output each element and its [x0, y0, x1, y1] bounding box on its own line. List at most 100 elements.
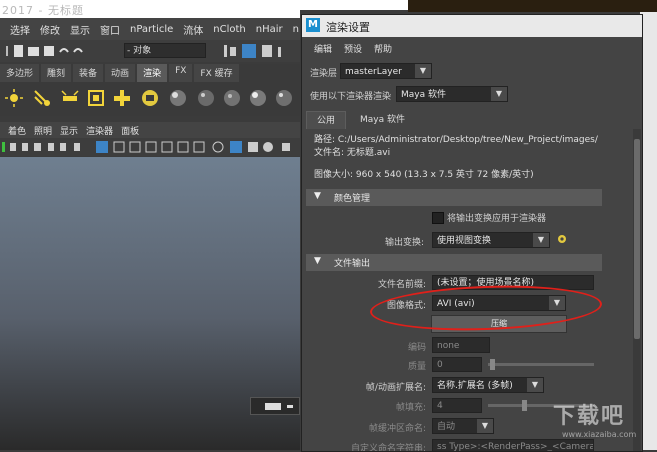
area-light-icon[interactable] — [86, 88, 106, 108]
spot-light-icon[interactable] — [60, 88, 80, 108]
renderer-label: 使用以下渲染器渲染 — [310, 92, 392, 102]
shelf-tab-rigging[interactable]: 装备 — [73, 64, 104, 82]
output-transform-value: 使用视图变换 — [437, 236, 492, 246]
background-strip — [408, 0, 657, 12]
encoding-select[interactable]: none — [432, 337, 490, 353]
sphere-material-3-icon[interactable] — [222, 88, 242, 108]
sphere-material-2-icon[interactable] — [196, 88, 216, 108]
render-layer-value: masterLayer — [345, 67, 402, 77]
shelf-tab-animation[interactable]: 动画 — [105, 64, 136, 82]
menu-modify[interactable]: 修改 — [40, 22, 60, 37]
shelf-tab-rendering[interactable]: 渲染 — [137, 64, 168, 82]
sphere-material-4-icon[interactable] — [248, 88, 268, 108]
maya-logo-icon: M — [306, 18, 320, 32]
quality-slider[interactable] — [488, 363, 594, 366]
top-strip — [300, 0, 408, 10]
dialog-menu-help[interactable]: 帮助 — [374, 42, 392, 55]
file-tools-icons[interactable] — [4, 43, 104, 59]
frame-padding-input[interactable]: 4 — [432, 398, 482, 413]
render-layer-select[interactable]: masterLayer ▼ — [340, 63, 432, 79]
dialog-scrollbar[interactable] — [633, 129, 641, 451]
sphere-material-1-icon[interactable] — [168, 88, 188, 108]
chevron-down-icon: ▼ — [533, 233, 549, 247]
menu-display[interactable]: 显示 — [70, 22, 90, 37]
maya-menubar: 选择 修改 显示 窗口 nParticle 流体 nCloth nHair n — [0, 18, 300, 40]
quality-label: 质量 — [407, 362, 426, 372]
maya-title-bar: 2017 - 无标题 — [0, 0, 300, 18]
frame-ext-label: 帧/动画扩展名: — [365, 383, 426, 393]
point-light-icon[interactable] — [4, 88, 24, 108]
panel-menubar: 着色 照明 显示 渲染器 面板 — [0, 122, 300, 138]
viewport-tool-icons[interactable] — [2, 140, 298, 154]
section-title: 颜色管理 — [334, 194, 371, 204]
encoding-label: 编码 — [407, 343, 426, 353]
frame-buffer-value: 自动 — [437, 422, 456, 432]
menu-ncloth[interactable]: nCloth — [213, 24, 245, 35]
menu-fluid[interactable]: 流体 — [183, 22, 203, 37]
dialog-title-bar[interactable]: M 渲染设置 — [302, 15, 642, 37]
apply-output-transform-label: 将输出变换应用于渲染器 — [447, 214, 547, 224]
panel-menu-lighting[interactable]: 照明 — [34, 124, 52, 137]
sphere-material-5-icon[interactable] — [274, 88, 294, 108]
panel-menu-panels[interactable]: 面板 — [121, 124, 139, 137]
scrollbar-thumb[interactable] — [634, 139, 640, 339]
output-path: 路径: C:/Users/Administrator/Desktop/tree/… — [314, 135, 598, 145]
menu-select[interactable]: 选择 — [10, 22, 30, 37]
quality-slider-handle[interactable] — [490, 359, 495, 370]
output-filename: 文件名: 无标题.avi — [314, 148, 391, 158]
frame-padding-label: 帧填充: — [395, 403, 426, 413]
section-title: 文件输出 — [334, 259, 371, 269]
encoding-value: none — [437, 341, 460, 351]
section-file-output[interactable]: ▼ 文件输出 — [306, 254, 602, 271]
render-view-icon[interactable] — [140, 88, 160, 108]
panel-menu-renderer[interactable]: 渲染器 — [86, 124, 113, 137]
frame-ext-value: 名称.扩展名 (多帧) — [437, 381, 513, 391]
panel-menu-show[interactable]: 显示 — [60, 124, 78, 137]
menu-window[interactable]: 窗口 — [100, 22, 120, 37]
custom-naming-input[interactable]: ss Type>:<RenderPass>_<Camera — [432, 439, 594, 451]
menu-more[interactable]: n — [293, 24, 299, 35]
volume-light-icon[interactable] — [112, 88, 132, 108]
selection-mode-icons[interactable] — [222, 43, 298, 59]
frame-ext-select[interactable]: 名称.扩展名 (多帧) ▼ — [432, 377, 544, 393]
dialog-title: 渲染设置 — [326, 21, 370, 34]
renderer-value: Maya 软件 — [401, 90, 446, 100]
chevron-down-icon: ▼ — [527, 378, 543, 392]
dialog-menu-edit[interactable]: 编辑 — [314, 42, 332, 55]
dialog-menu-presets[interactable]: 预设 — [344, 42, 362, 55]
frame-buffer-label: 帧缓冲区命名: — [368, 424, 426, 434]
panel-menu-shading[interactable]: 着色 — [8, 124, 26, 137]
chevron-down-icon: ▼ — [477, 419, 493, 433]
shelf-tab-polygons[interactable]: 多边形 — [0, 64, 40, 82]
maya-title-text: 2017 - 无标题 — [2, 4, 84, 17]
status-toolbar: - 对象 — [0, 40, 300, 62]
chevron-down-icon: ▼ — [415, 64, 431, 78]
apply-output-transform-checkbox[interactable] — [432, 212, 444, 224]
render-settings-dialog: M 渲染设置 编辑 预设 帮助 渲染层 masterLayer ▼ 使用以下渲染… — [301, 14, 643, 452]
tab-maya-software[interactable]: Maya 软件 — [350, 111, 415, 129]
menu-nhair[interactable]: nHair — [256, 24, 283, 35]
output-transform-label: 输出变换: — [384, 238, 424, 248]
collapse-triangle-icon: ▼ — [314, 256, 321, 266]
render-shelf — [0, 82, 300, 116]
dialog-menubar: 编辑 预设 帮助 — [302, 39, 642, 57]
shelf-tab-fx-cache[interactable]: FX 缓存 — [194, 64, 239, 82]
output-transform-select[interactable]: 使用视图变换 ▼ — [432, 232, 550, 248]
image-size-info: 图像大小: 960 x 540 (13.3 x 7.5 英寸 72 像素/英寸) — [314, 170, 534, 180]
tab-common[interactable]: 公用 — [306, 111, 347, 130]
watermark-logo: 下载吧 — [553, 404, 626, 429]
frame-padding-slider-handle[interactable] — [522, 400, 527, 411]
camera-widget[interactable] — [250, 397, 300, 415]
quality-input[interactable]: 0 — [432, 357, 482, 372]
shelf-tabs: 多边形 雕刻 装备 动画 渲染 FX FX 缓存 — [0, 64, 300, 82]
shelf-tab-sculpt[interactable]: 雕刻 — [41, 64, 72, 82]
menu-nparticle[interactable]: nParticle — [130, 24, 173, 35]
section-color-management[interactable]: ▼ 颜色管理 — [306, 189, 602, 206]
directional-light-icon[interactable] — [32, 88, 52, 108]
gear-icon[interactable] — [556, 233, 568, 245]
shelf-tab-fx[interactable]: FX — [169, 64, 193, 82]
object-selector[interactable]: - 对象 — [124, 43, 206, 58]
watermark-url: www.xiazaiba.com — [562, 430, 637, 439]
frame-buffer-select[interactable]: 自动 ▼ — [432, 418, 494, 434]
renderer-select[interactable]: Maya 软件 ▼ — [396, 86, 508, 102]
